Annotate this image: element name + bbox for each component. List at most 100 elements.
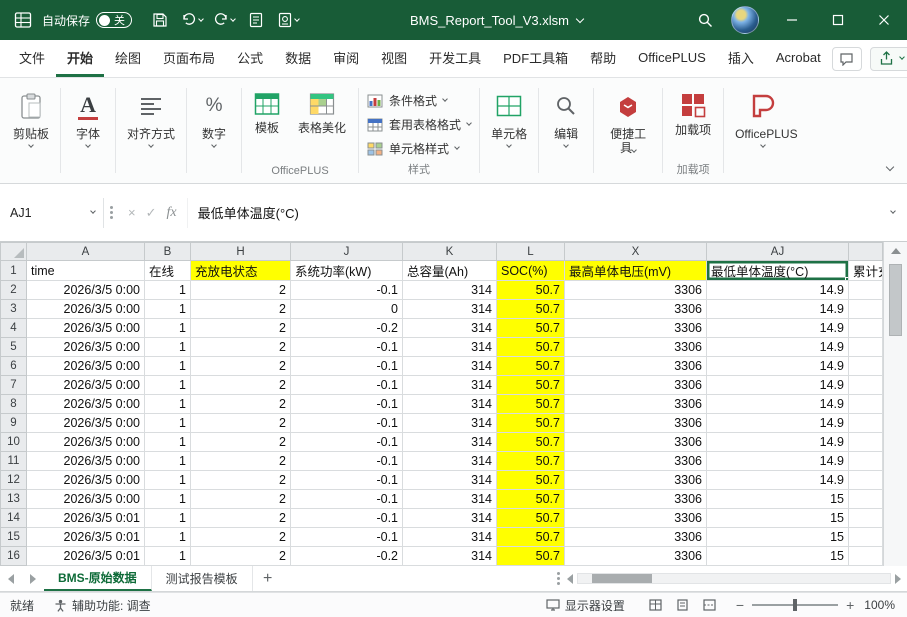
cell-X1[interactable]: 最高单体电压(mV) (564, 260, 707, 281)
cell-partial2[interactable] (848, 280, 883, 300)
cell-AJ14[interactable]: 15 (706, 508, 849, 528)
cell-A15[interactable]: 2026/3/5 0:01 (26, 527, 145, 547)
menu-tab-公式[interactable]: 公式 (226, 40, 274, 77)
row-header-6[interactable]: 6 (0, 356, 27, 376)
search-button[interactable] (691, 6, 719, 34)
row-header-11[interactable]: 11 (0, 451, 27, 471)
cell-X11[interactable]: 3306 (564, 451, 707, 471)
cell-B3[interactable]: 1 (144, 299, 191, 319)
cell-partial10[interactable] (848, 432, 883, 452)
cell-L5[interactable]: 50.7 (496, 337, 565, 357)
cell-AJ11[interactable]: 14.9 (706, 451, 849, 471)
cell-J1[interactable]: 系统功率(kW) (290, 260, 403, 281)
row-header-16[interactable]: 16 (0, 546, 27, 566)
cell-A4[interactable]: 2026/3/5 0:00 (26, 318, 145, 338)
cell-J7[interactable]: -0.1 (290, 375, 403, 395)
sheet-nav-right-button[interactable] (22, 566, 44, 591)
cell-partial3[interactable] (848, 299, 883, 319)
cell-B5[interactable]: 1 (144, 337, 191, 357)
scroll-up-button[interactable] (884, 242, 907, 260)
menu-tab-OfficePLUS[interactable]: OfficePLUS (627, 40, 717, 77)
cell-L4[interactable]: 50.7 (496, 318, 565, 338)
cell-J11[interactable]: -0.1 (290, 451, 403, 471)
cell-L13[interactable]: 50.7 (496, 489, 565, 509)
cell-L14[interactable]: 50.7 (496, 508, 565, 528)
cell-partial1[interactable]: 累计充 (848, 260, 883, 281)
cell-J5[interactable]: -0.1 (290, 337, 403, 357)
table-beautify-button[interactable]: 表格美化 (290, 88, 354, 135)
column-header-H[interactable]: H (190, 242, 291, 261)
cell-AJ7[interactable]: 14.9 (706, 375, 849, 395)
template-button[interactable]: 模板 (246, 88, 288, 135)
cell-J14[interactable]: -0.1 (290, 508, 403, 528)
cell-J15[interactable]: -0.1 (290, 527, 403, 547)
cell-L10[interactable]: 50.7 (496, 432, 565, 452)
menu-tab-视图[interactable]: 视图 (370, 40, 418, 77)
cell-H10[interactable]: 2 (190, 432, 291, 452)
cell-AJ6[interactable]: 14.9 (706, 356, 849, 376)
cell-H1[interactable]: 充放电状态 (190, 260, 291, 281)
insert-function-button[interactable]: fx (167, 205, 177, 221)
autosave-toggle[interactable]: 自动保存 关 (42, 12, 133, 29)
cell-X9[interactable]: 3306 (564, 413, 707, 433)
column-header-B[interactable]: B (144, 242, 191, 261)
cell-AJ4[interactable]: 14.9 (706, 318, 849, 338)
cell-B9[interactable]: 1 (144, 413, 191, 433)
horizontal-scrollbar[interactable] (567, 566, 907, 591)
scroll-right-button[interactable] (895, 573, 901, 584)
cell-B2[interactable]: 1 (144, 280, 191, 300)
confirm-entry-button[interactable]: ✓ (146, 205, 157, 221)
cell-K2[interactable]: 314 (402, 280, 497, 300)
menu-tab-审阅[interactable]: 审阅 (322, 40, 370, 77)
cell-L8[interactable]: 50.7 (496, 394, 565, 414)
menu-tab-开始[interactable]: 开始 (56, 40, 105, 77)
cell-partial6[interactable] (848, 356, 883, 376)
column-header-AJ[interactable]: AJ (706, 242, 849, 261)
cell-J9[interactable]: -0.1 (290, 413, 403, 433)
format-as-table-button[interactable]: 套用表格格式 (363, 114, 475, 135)
cell-H13[interactable]: 2 (190, 489, 291, 509)
cell-partial8[interactable] (848, 394, 883, 414)
share-button[interactable] (869, 46, 907, 71)
fill-handle[interactable] (845, 277, 848, 280)
row-header-15[interactable]: 15 (0, 527, 27, 547)
cancel-entry-button[interactable]: × (128, 205, 136, 220)
cell-L6[interactable]: 50.7 (496, 356, 565, 376)
cell-AJ12[interactable]: 14.9 (706, 470, 849, 490)
cell-B6[interactable]: 1 (144, 356, 191, 376)
quick-access-button-1[interactable] (242, 6, 270, 34)
horizontal-scroll-thumb[interactable] (592, 574, 652, 583)
cell-A11[interactable]: 2026/3/5 0:00 (26, 451, 145, 471)
cell-H11[interactable]: 2 (190, 451, 291, 471)
document-title[interactable]: BMS_Report_Tool_V3.xlsm (410, 13, 585, 28)
cell-K5[interactable]: 314 (402, 337, 497, 357)
minimize-button[interactable] (769, 0, 815, 40)
cell-L15[interactable]: 50.7 (496, 527, 565, 547)
cell-A5[interactable]: 2026/3/5 0:00 (26, 337, 145, 357)
cell-A7[interactable]: 2026/3/5 0:00 (26, 375, 145, 395)
cell-H2[interactable]: 2 (190, 280, 291, 300)
name-box[interactable]: AJ1 (0, 197, 104, 228)
column-header-A[interactable]: A (26, 242, 145, 261)
conditional-format-button[interactable]: 条件格式 (363, 90, 451, 111)
officeplus-button[interactable]: OfficePLUS (728, 82, 798, 183)
menu-tab-插入[interactable]: 插入 (717, 40, 765, 77)
row-header-2[interactable]: 2 (0, 280, 27, 300)
user-avatar[interactable] (731, 6, 759, 34)
cell-H3[interactable]: 2 (190, 299, 291, 319)
cell-B16[interactable]: 1 (144, 546, 191, 566)
cell-partial4[interactable] (848, 318, 883, 338)
cell-AJ15[interactable]: 15 (706, 527, 849, 547)
cell-K16[interactable]: 314 (402, 546, 497, 566)
comments-button[interactable] (831, 46, 862, 71)
menu-tab-PDF工具箱[interactable]: PDF工具箱 (492, 40, 579, 77)
cell-A3[interactable]: 2026/3/5 0:00 (26, 299, 145, 319)
cell-AJ3[interactable]: 14.9 (706, 299, 849, 319)
cell-K3[interactable]: 314 (402, 299, 497, 319)
formula-input[interactable]: 最低单体温度(°C) (186, 197, 879, 228)
ribbon-collapse-button[interactable] (885, 159, 895, 173)
cell-X3[interactable]: 3306 (564, 299, 707, 319)
cell-H5[interactable]: 2 (190, 337, 291, 357)
cell-H6[interactable]: 2 (190, 356, 291, 376)
cell-B14[interactable]: 1 (144, 508, 191, 528)
